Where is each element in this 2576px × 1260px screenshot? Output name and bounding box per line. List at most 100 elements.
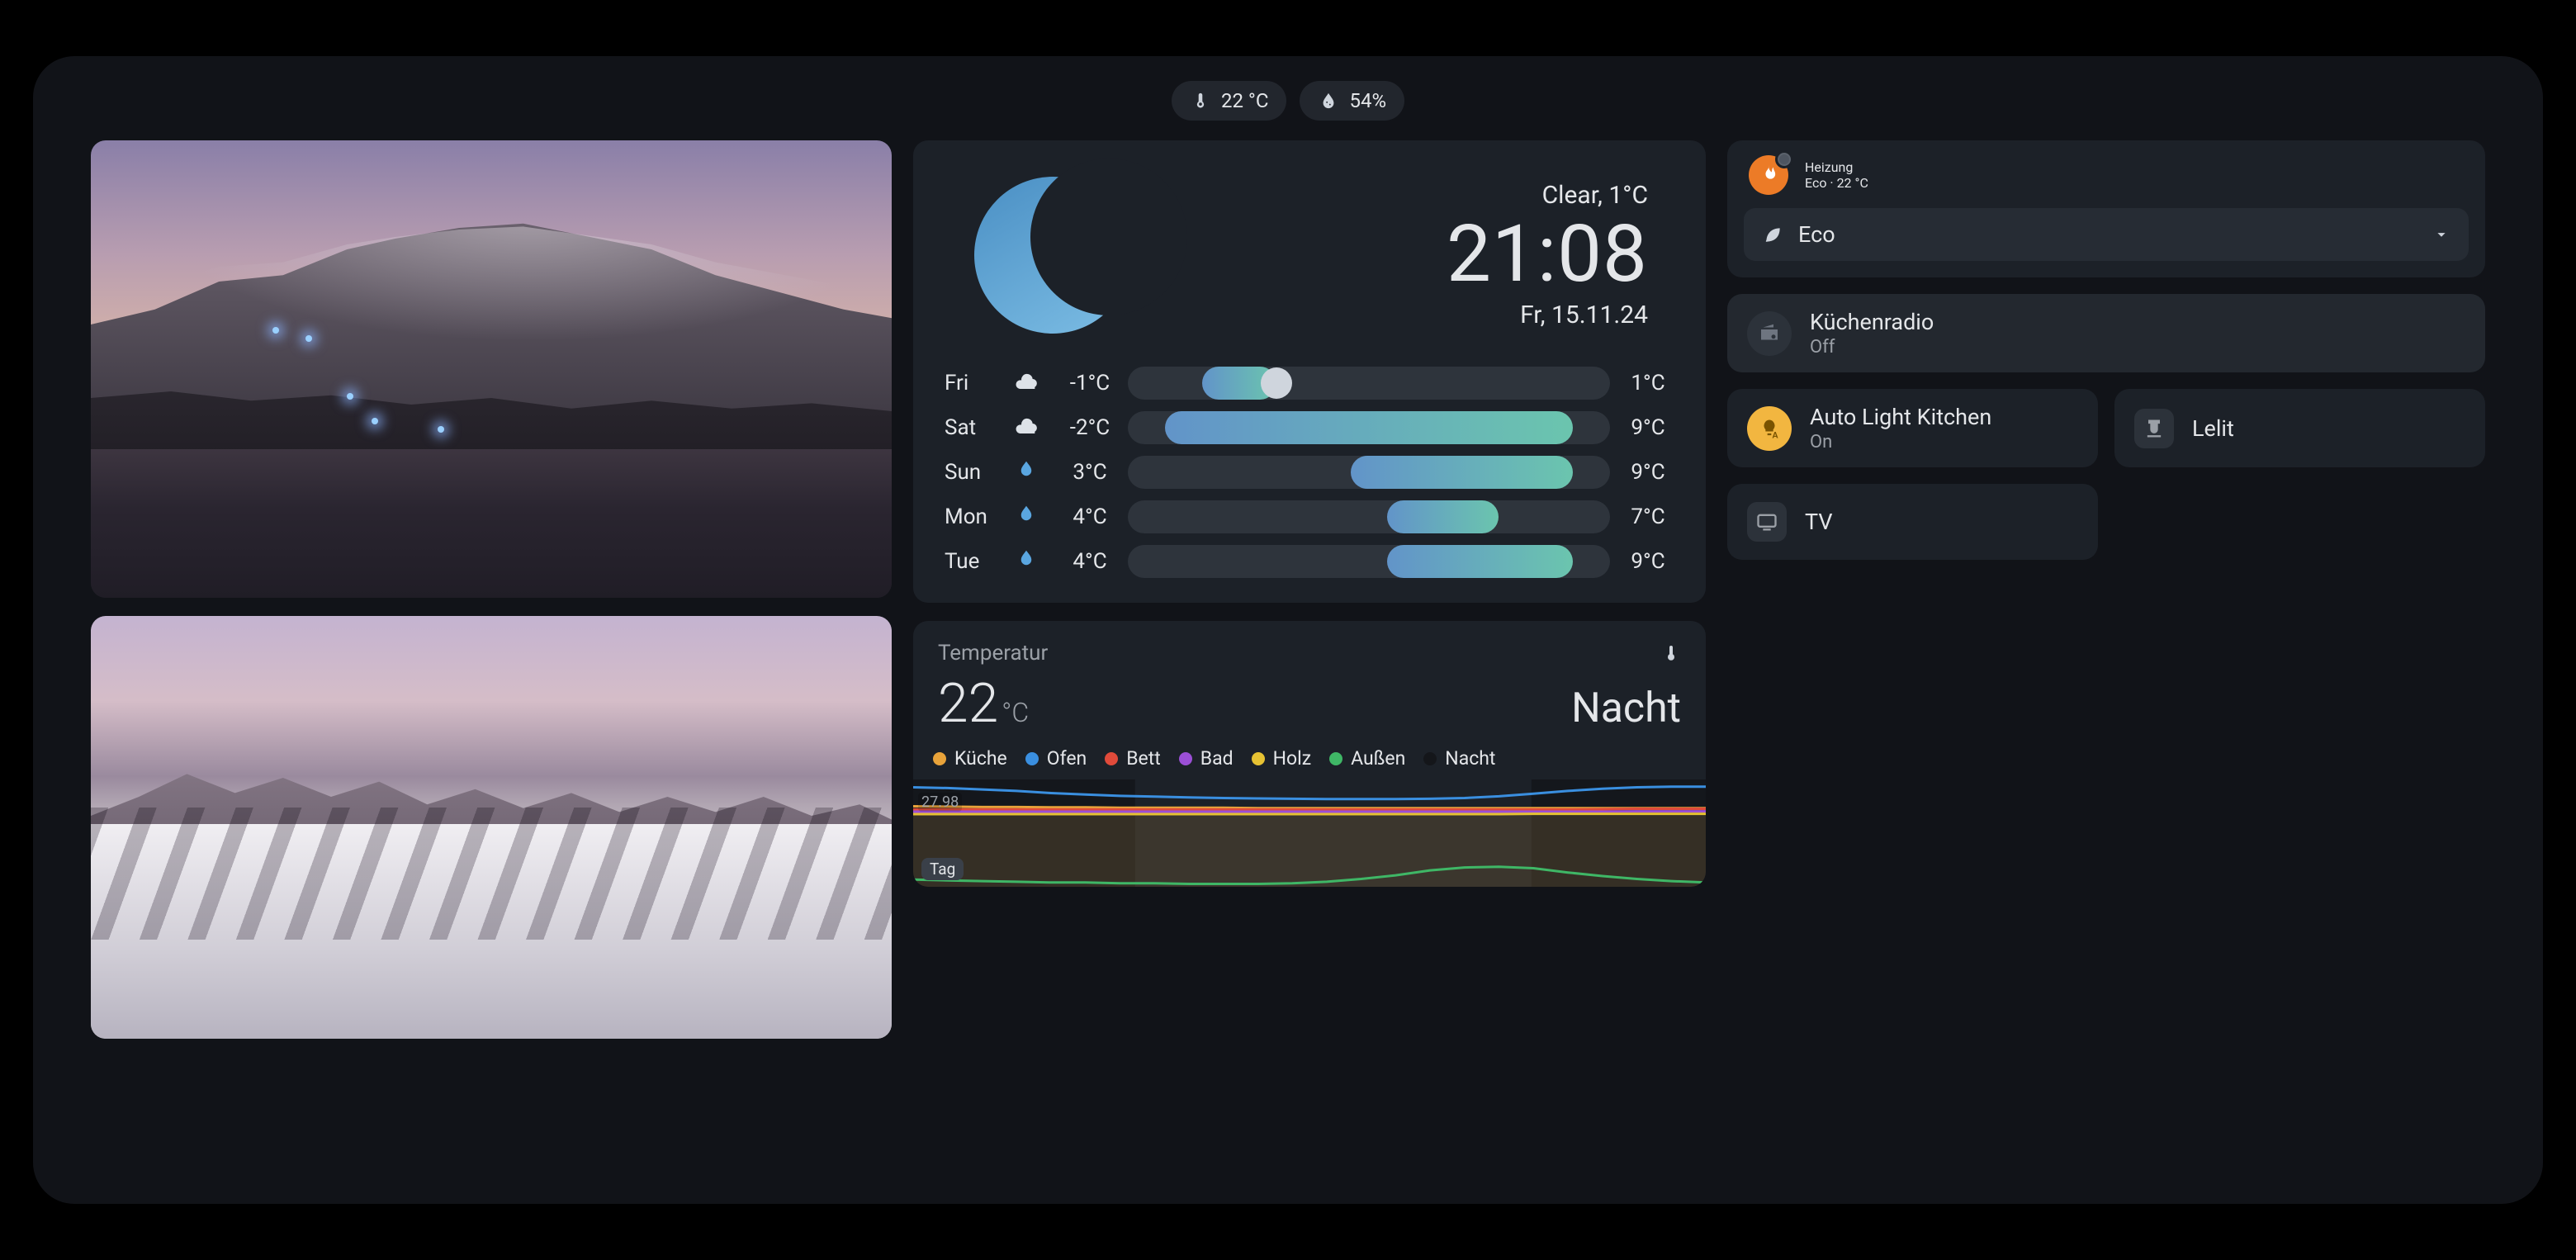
- lelit-name: Lelit: [2192, 415, 2234, 442]
- legend-item[interactable]: Küche: [933, 747, 1007, 770]
- rain-icon: [1014, 503, 1042, 531]
- lightbulb-auto-icon: A: [1747, 406, 1792, 451]
- cloud-icon: [1014, 369, 1042, 397]
- legend-dot: [1423, 752, 1437, 765]
- forecast-low: -2°C: [1063, 415, 1116, 440]
- forecast-day: Fri: [945, 371, 1002, 396]
- auto-light-name: Auto Light Kitchen: [1810, 404, 1991, 430]
- forecast-low: 4°C: [1063, 549, 1116, 574]
- rain-icon: [1014, 458, 1042, 486]
- humidity-icon: [1318, 90, 1339, 111]
- legend-dot: [1105, 752, 1118, 765]
- weather-date: Fr, 15.11.24: [1447, 301, 1648, 329]
- leaf-icon: [1762, 224, 1783, 245]
- chart-y-label: 27.98: [918, 793, 962, 812]
- radio-name: Küchenradio: [1810, 309, 1934, 335]
- controls-column: Heizung Eco · 22 °C Eco: [1727, 140, 2485, 1039]
- fire-icon: [1749, 155, 1788, 195]
- legend-label: Nacht: [1445, 747, 1495, 770]
- camera-image-1[interactable]: [91, 140, 892, 598]
- status-bar: 22 °C 54%: [91, 81, 2485, 121]
- legend-item[interactable]: Holz: [1252, 747, 1312, 770]
- forecast-high: 7°C: [1622, 504, 1674, 529]
- legend-item[interactable]: Bad: [1179, 747, 1234, 770]
- forecast-low: 3°C: [1063, 460, 1116, 485]
- heating-card[interactable]: Heizung Eco · 22 °C Eco: [1727, 140, 2485, 277]
- radio-icon: [1747, 311, 1792, 356]
- heating-preset-value: Eco: [1798, 221, 1835, 248]
- status-humidity-chip[interactable]: 54%: [1300, 81, 1404, 121]
- thermometer-icon: [1661, 643, 1681, 663]
- chevron-down-icon: [2432, 225, 2451, 244]
- forecast-bar: [1128, 456, 1610, 489]
- legend-label: Küche: [954, 747, 1007, 770]
- weather-condition: Clear, 1°C: [1447, 181, 1648, 210]
- forecast-day: Sat: [945, 415, 1002, 440]
- temperature-value: 22°C: [938, 672, 1029, 736]
- legend-label: Bad: [1200, 747, 1234, 770]
- legend-item[interactable]: Bett: [1105, 747, 1161, 770]
- temperature-card[interactable]: Temperatur 22°C Nacht Küche Ofen Bett Bad Ho…: [913, 621, 1706, 887]
- legend-dot: [933, 752, 946, 765]
- forecast-bar: [1128, 500, 1610, 533]
- temperature-card-title: Temperatur: [938, 641, 1048, 666]
- rain-icon: [1014, 547, 1042, 576]
- lelit-card[interactable]: Lelit: [2114, 389, 2485, 467]
- heating-subtitle: Eco · 22 °C: [1805, 175, 1868, 191]
- heating-preset-select[interactable]: Eco: [1744, 208, 2469, 261]
- forecast-high: 9°C: [1622, 415, 1674, 440]
- forecast-bar: [1128, 545, 1610, 578]
- temperature-legend: Küche Ofen Bett Bad Holz Außen Nacht: [913, 744, 1706, 779]
- forecast-row[interactable]: Mon 4°C 7°C: [945, 500, 1674, 533]
- forecast-row[interactable]: Sun 3°C 9°C: [945, 456, 1674, 489]
- auto-light-subtitle: On: [1810, 432, 1991, 452]
- status-humidity-value: 54%: [1349, 89, 1386, 112]
- moon-icon: [974, 177, 1131, 334]
- forecast-day: Tue: [945, 549, 1002, 574]
- forecast-high: 9°C: [1622, 460, 1674, 485]
- status-temperature-value: 22 °C: [1221, 89, 1269, 112]
- legend-dot: [1025, 752, 1039, 765]
- thermometer-icon: [1190, 90, 1211, 111]
- svg-text:A: A: [1773, 429, 1779, 439]
- weather-card[interactable]: Clear, 1°C 21:08 Fr, 15.11.24 Fri -1°C 1°C…: [913, 140, 1706, 603]
- forecast-high: 9°C: [1622, 549, 1674, 574]
- coffee-machine-icon: [2134, 409, 2174, 448]
- forecast-high: 1°C: [1622, 371, 1674, 396]
- forecast-day: Sun: [945, 460, 1002, 485]
- temperature-chart: 27.98 Tag: [913, 779, 1706, 887]
- status-temperature-chip[interactable]: 22 °C: [1172, 81, 1287, 121]
- tv-icon: [1747, 502, 1787, 542]
- radio-card[interactable]: Küchenradio Off: [1727, 294, 2485, 372]
- forecast-day: Mon: [945, 504, 1002, 529]
- forecast-list: Fri -1°C 1°C Sat -2°C 9°C Sun 3°C 9°C Mon 4°C 7°C Tu…: [941, 367, 1678, 578]
- camera-image-2[interactable]: [91, 616, 892, 1039]
- forecast-bar: [1128, 367, 1610, 400]
- legend-item[interactable]: Nacht: [1423, 747, 1495, 770]
- forecast-low: -1°C: [1063, 371, 1116, 396]
- legend-dot: [1179, 752, 1192, 765]
- cloud-icon: [1014, 414, 1042, 442]
- tv-name: TV: [1805, 509, 1833, 535]
- forecast-low: 4°C: [1063, 504, 1116, 529]
- legend-item[interactable]: Ofen: [1025, 747, 1087, 770]
- legend-dot: [1329, 752, 1342, 765]
- temperature-state: Nacht: [1571, 684, 1681, 732]
- forecast-bar: [1128, 411, 1610, 444]
- legend-label: Holz: [1273, 747, 1312, 770]
- forecast-row[interactable]: Tue 4°C 9°C: [945, 545, 1674, 578]
- weather-time: 21:08: [1447, 213, 1648, 296]
- legend-dot: [1252, 752, 1265, 765]
- legend-item[interactable]: Außen: [1329, 747, 1405, 770]
- legend-label: Außen: [1351, 747, 1405, 770]
- heating-name: Heizung: [1805, 159, 1868, 175]
- forecast-row[interactable]: Sat -2°C 9°C: [945, 411, 1674, 444]
- auto-light-kitchen-card[interactable]: A Auto Light Kitchen On: [1727, 389, 2098, 467]
- forecast-now-marker: [1261, 367, 1292, 399]
- camera-column: [91, 140, 892, 1039]
- chart-x-tag: Tag: [921, 858, 964, 880]
- radio-subtitle: Off: [1810, 337, 1934, 358]
- forecast-row[interactable]: Fri -1°C 1°C: [945, 367, 1674, 400]
- legend-label: Ofen: [1047, 747, 1087, 770]
- tv-card[interactable]: TV: [1727, 484, 2098, 560]
